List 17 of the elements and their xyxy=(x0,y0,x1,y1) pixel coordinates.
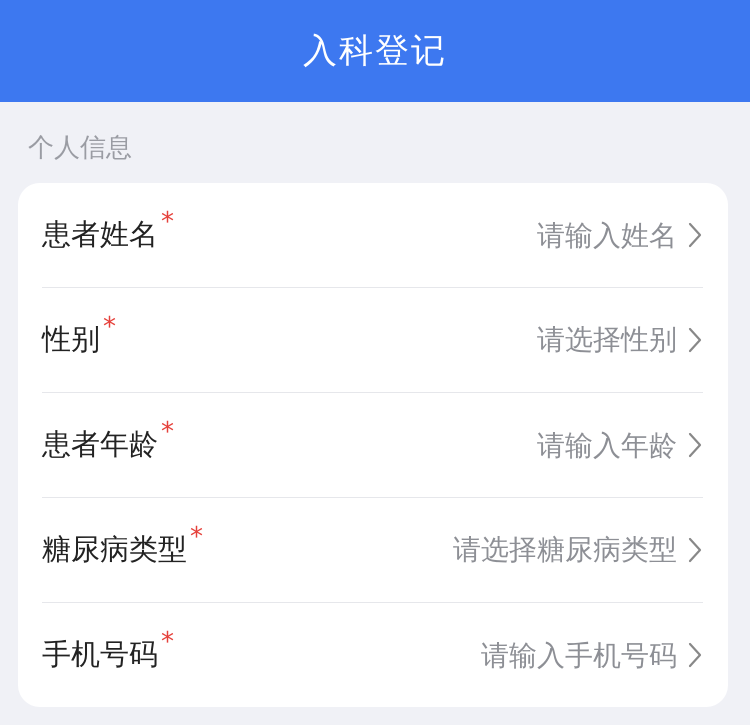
required-mark: * xyxy=(161,417,174,447)
section-title: 个人信息 xyxy=(28,133,132,163)
select-field[interactable]: 请选择糖尿病类型 xyxy=(453,531,677,569)
required-mark: * xyxy=(190,522,203,552)
text-input[interactable]: 请输入姓名 xyxy=(526,218,677,252)
required-mark: * xyxy=(161,627,174,657)
required-mark: * xyxy=(161,207,174,237)
chevron-right-icon xyxy=(687,326,703,354)
select-field[interactable]: 请选择性别 xyxy=(537,321,677,359)
required-mark: * xyxy=(103,312,116,342)
text-input[interactable]: 请输入手机号码 xyxy=(468,638,677,672)
page-title: 入科登记 xyxy=(303,30,447,73)
chevron-right-icon xyxy=(687,536,703,564)
text-input[interactable]: 请输入年龄 xyxy=(526,428,677,462)
chevron-right-icon xyxy=(687,221,703,249)
chevron-right-icon xyxy=(687,431,703,459)
chevron-right-icon xyxy=(687,641,703,669)
